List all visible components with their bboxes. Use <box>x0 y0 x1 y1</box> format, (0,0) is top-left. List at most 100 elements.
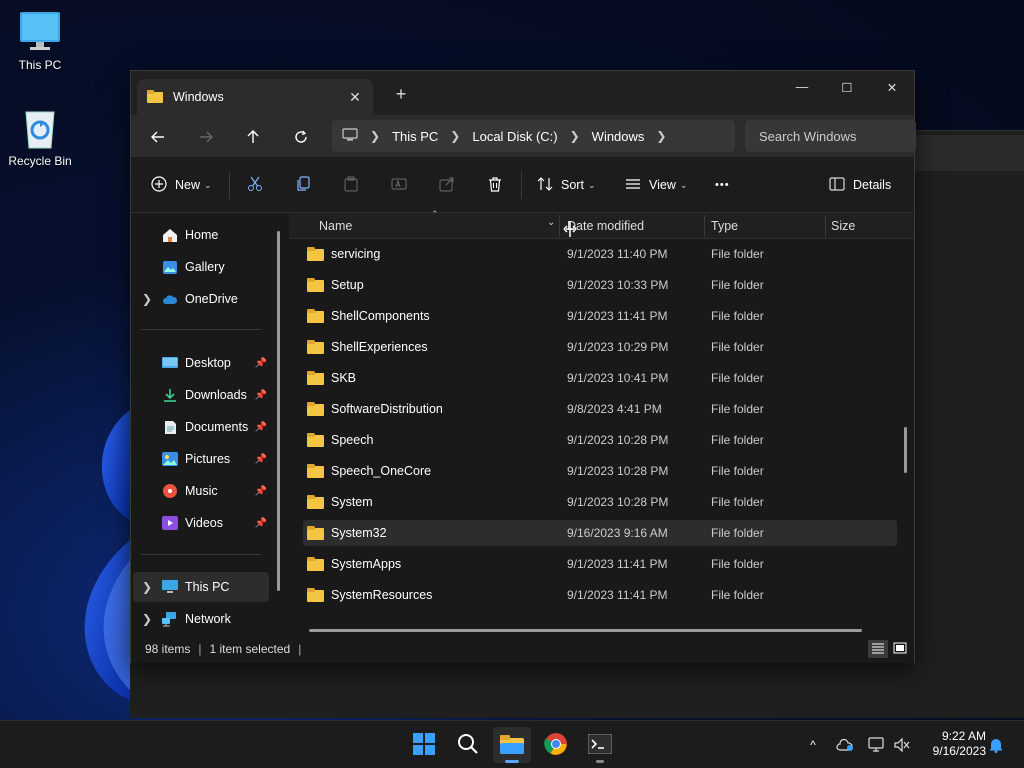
sidebar-item-desktop[interactable]: Desktop 📌 <box>133 348 269 378</box>
chevron-right-icon[interactable]: ❯ <box>133 612 161 626</box>
chevron-right-icon[interactable]: ❯ <box>656 129 666 143</box>
new-button[interactable]: New ⌄ <box>151 171 212 199</box>
notification-bell-icon[interactable] <box>986 735 1006 755</box>
breadcrumb-local-disk[interactable]: Local Disk (C:) <box>472 129 557 144</box>
pin-icon[interactable]: 📌 <box>255 454 267 465</box>
tab-windows[interactable]: Windows ✕ <box>137 79 373 115</box>
table-row[interactable]: System 9/1/2023 10:28 PM File folder <box>303 489 897 515</box>
table-row[interactable]: System32 9/16/2023 9:16 AM File folder <box>303 520 897 546</box>
close-button[interactable]: ✕ <box>869 71 915 103</box>
sidebar-item-videos[interactable]: Videos 📌 <box>133 508 269 538</box>
up-arrow-icon[interactable] <box>238 123 268 151</box>
forward-arrow-icon[interactable] <box>191 123 221 151</box>
start-button[interactable] <box>405 727 443 763</box>
chevron-down-icon[interactable]: ⌄ <box>547 217 555 228</box>
show-hidden-icons-button[interactable]: ^ <box>803 735 823 755</box>
chevron-right-icon[interactable]: ❯ <box>133 292 161 306</box>
file-type: File folder <box>711 464 764 478</box>
file-explorer-taskbar-button[interactable] <box>493 727 531 763</box>
chevron-right-icon[interactable]: ❯ <box>450 129 460 143</box>
column-header-type[interactable]: Type <box>711 213 738 239</box>
sidebar-item-documents[interactable]: Documents 📌 <box>133 412 269 442</box>
pin-icon[interactable]: 📌 <box>255 486 267 497</box>
chrome-taskbar-button[interactable] <box>537 727 575 763</box>
sidebar-item-label: Gallery <box>185 260 225 274</box>
back-arrow-icon[interactable] <box>143 123 173 151</box>
sidebar-item-home[interactable]: Home <box>133 220 269 250</box>
folder-icon <box>307 278 325 292</box>
table-row[interactable]: Setup 9/1/2023 10:33 PM File folder <box>303 272 897 298</box>
desktop-this-pc[interactable]: This PC <box>0 10 80 72</box>
search-button[interactable] <box>449 727 487 763</box>
table-row[interactable]: ShellExperiences 9/1/2023 10:29 PM File fo… <box>303 334 897 360</box>
maximize-button[interactable]: ☐ <box>824 71 870 103</box>
table-row[interactable]: SystemResources 9/1/2023 11:41 PM File fol… <box>303 582 897 608</box>
sidebar-scrollbar[interactable] <box>277 231 280 591</box>
pin-icon[interactable]: 📌 <box>255 422 267 433</box>
navigation-pane: Home Gallery ❯ OneDrive Desktop 📌 Downlo… <box>131 213 288 635</box>
tiles-view-button[interactable] <box>890 640 910 658</box>
copy-button[interactable] <box>295 171 311 199</box>
chevron-right-icon[interactable]: ❯ <box>133 580 161 594</box>
sidebar-item-downloads[interactable]: Downloads 📌 <box>133 380 269 410</box>
vertical-scrollbar[interactable] <box>904 427 907 473</box>
breadcrumb-windows[interactable]: Windows <box>592 129 645 144</box>
rename-button[interactable] <box>391 171 407 199</box>
terminal-taskbar-button[interactable] <box>581 727 619 763</box>
desktop-recycle-bin[interactable]: Recycle Bin <box>0 106 80 168</box>
column-header-size[interactable]: Size <box>831 213 855 239</box>
minimize-button[interactable]: — <box>779 71 825 103</box>
network-tray-icon[interactable] <box>866 735 886 755</box>
title-bar[interactable]: Windows ✕ + — ☐ ✕ <box>131 71 914 115</box>
new-tab-button[interactable]: + <box>389 83 413 107</box>
sidebar-item-onedrive[interactable]: ❯ OneDrive <box>133 284 269 314</box>
refresh-icon[interactable] <box>286 123 316 151</box>
table-row[interactable]: SoftwareDistribution 9/8/2023 4:41 PM File… <box>303 396 897 422</box>
column-header-date[interactable]: Date modified <box>567 213 644 239</box>
chevron-down-icon: ⌄ <box>679 179 688 190</box>
sidebar-item-pictures[interactable]: Pictures 📌 <box>133 444 269 474</box>
pin-icon[interactable]: 📌 <box>255 390 267 401</box>
file-name: System <box>331 495 373 509</box>
table-row[interactable]: Speech 9/1/2023 10:28 PM File folder <box>303 427 897 453</box>
details-view-button[interactable] <box>868 640 888 658</box>
close-tab-icon[interactable]: ✕ <box>343 89 367 106</box>
file-type: File folder <box>711 557 764 571</box>
cut-button[interactable] <box>247 171 263 199</box>
table-row[interactable]: SystemApps 9/1/2023 11:41 PM File folder <box>303 551 897 577</box>
details-button[interactable]: Details <box>829 171 891 199</box>
delete-button[interactable] <box>487 171 503 199</box>
horizontal-scrollbar[interactable] <box>309 629 862 632</box>
clock[interactable]: 9:22 AM 9/16/2023 <box>920 729 986 759</box>
folder-icon <box>307 526 325 540</box>
view-button[interactable]: View ⌄ <box>625 171 687 199</box>
address-bar[interactable]: ❯ This PC ❯ Local Disk (C:) ❯ Windows ❯ <box>332 120 735 152</box>
sort-button[interactable]: Sort ⌄ <box>537 171 595 199</box>
chrome-icon <box>544 732 568 759</box>
volume-muted-icon[interactable] <box>892 735 912 755</box>
table-row[interactable]: ShellComponents 9/1/2023 11:41 PM File fol… <box>303 303 897 329</box>
onedrive-tray-icon[interactable] <box>835 735 855 755</box>
sidebar-item-label: Music <box>185 484 218 498</box>
table-row[interactable]: Speech_OneCore 9/1/2023 10:28 PM File fold… <box>303 458 897 484</box>
share-button[interactable] <box>439 171 455 199</box>
table-row[interactable]: SKB 9/1/2023 10:41 PM File folder <box>303 365 897 391</box>
sidebar-item-network[interactable]: ❯ Network <box>133 604 269 634</box>
column-resize-handle[interactable] <box>825 215 826 237</box>
pin-icon[interactable]: 📌 <box>255 358 267 369</box>
table-row[interactable]: servicing 9/1/2023 11:40 PM File folder <box>303 241 897 267</box>
sidebar-item-this-pc[interactable]: ❯ This PC <box>133 572 269 602</box>
see-more-button[interactable]: ••• <box>715 171 730 199</box>
breadcrumb-this-pc[interactable]: This PC <box>392 129 438 144</box>
column-header-name[interactable]: Name <box>319 213 352 239</box>
chevron-right-icon[interactable]: ❯ <box>570 129 580 143</box>
sidebar-item-label: Videos <box>185 516 223 530</box>
pin-icon[interactable]: 📌 <box>255 518 267 529</box>
sidebar-item-gallery[interactable]: Gallery <box>133 252 269 282</box>
column-resize-handle[interactable] <box>704 215 705 237</box>
sidebar-item-music[interactable]: Music 📌 <box>133 476 269 506</box>
tab-title: Windows <box>173 90 224 104</box>
search-input[interactable]: Search Windows <box>745 120 916 152</box>
paste-button[interactable] <box>343 171 359 199</box>
column-resize-handle[interactable] <box>559 215 560 237</box>
